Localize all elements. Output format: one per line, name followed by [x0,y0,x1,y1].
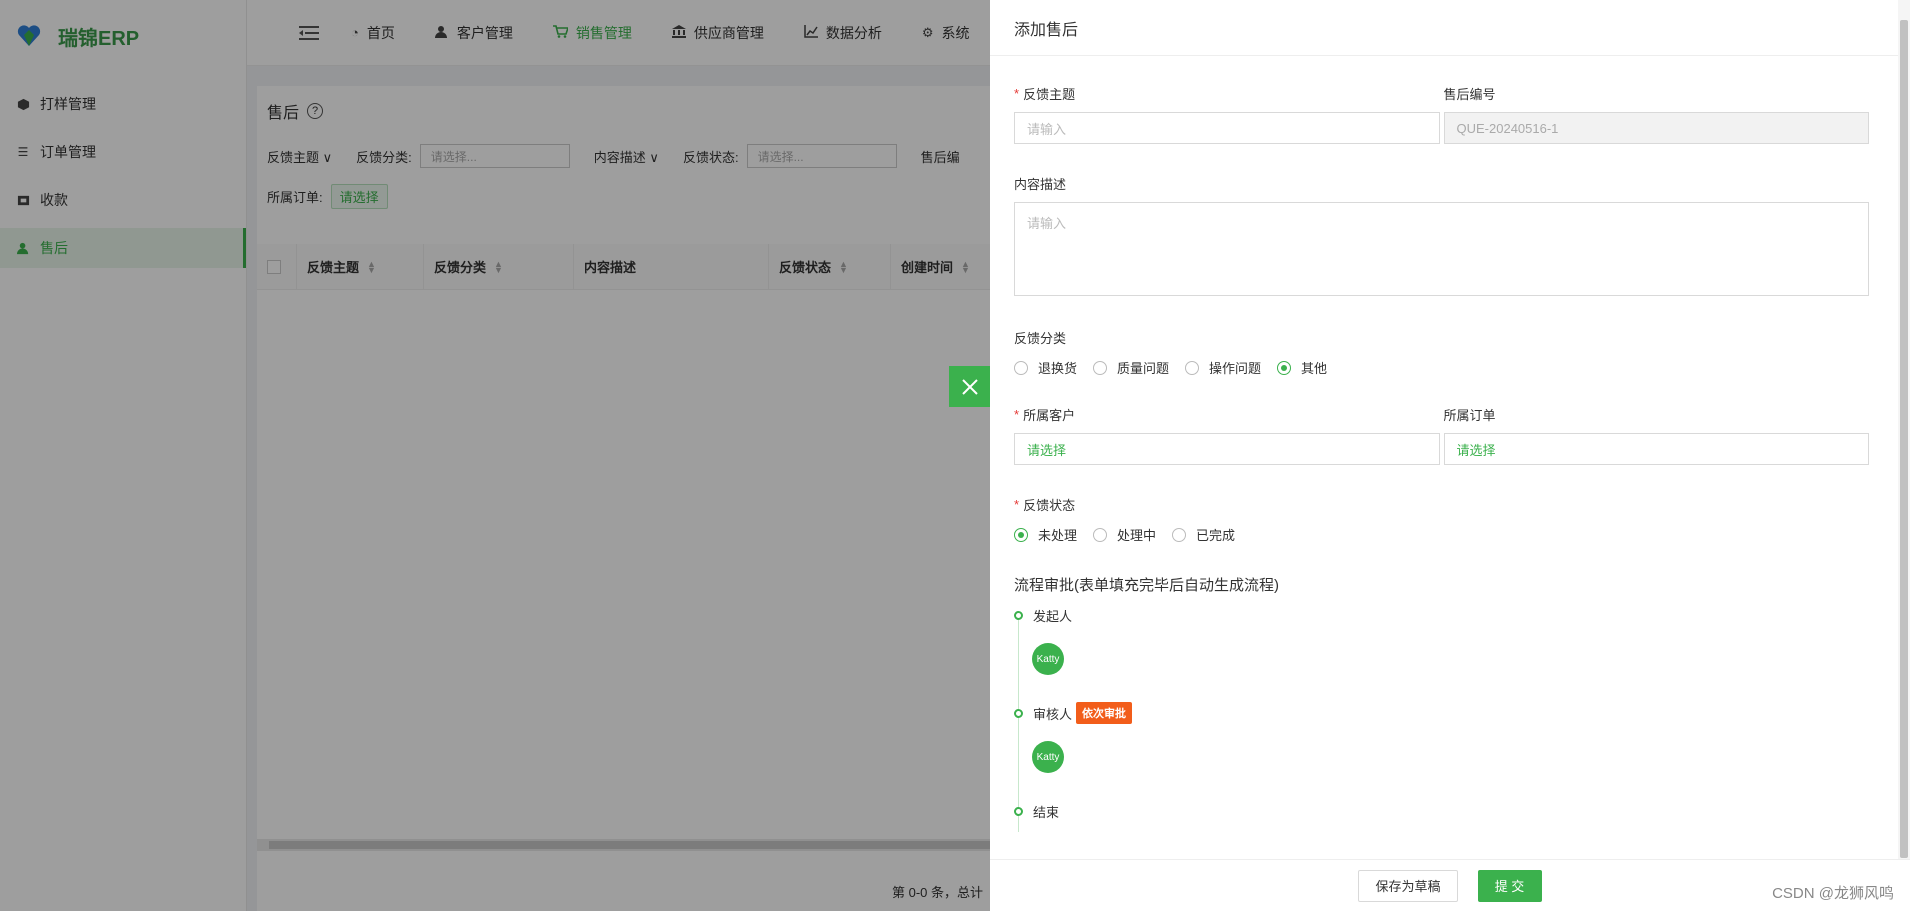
form-row-customer: * 所属客户 请选择 所属订单 请选择 [1014,405,1869,465]
add-aftersales-drawer: 添加售后 * 反馈主题 请输入 售后编号 QUE-20240516-1 内容描述 … [990,0,1910,911]
scrollbar-thumb[interactable] [1900,20,1908,858]
approval-flow: 流程审批(表单填充完毕后自动生成流程) 发起人 Katty 审核人 依次审批 K… [1014,574,1869,832]
watermark: CSDN @龙狮风鸣 [1772,885,1894,902]
field-description: 内容描述 请输入 [1014,174,1869,296]
customer-select[interactable]: 请选择 [1014,433,1440,465]
radio-quality[interactable]: 质量问题 [1093,358,1169,377]
field-label: 反馈分类 [1014,330,1067,346]
radio-unprocessed[interactable]: 未处理 [1014,525,1077,544]
drawer-title: 添加售后 [990,0,1910,56]
required-mark: * [1014,85,1020,101]
drawer-close-button[interactable] [949,366,990,407]
flow-timeline: 发起人 Katty 审核人 依次审批 Katty 结束 [1014,607,1869,832]
status-radio-group: 未处理 处理中 已完成 [1014,525,1869,544]
radio-label: 退换货 [1038,361,1078,376]
radio-dot [1093,527,1108,542]
field-subject: * 反馈主题 请输入 [1014,84,1440,144]
field-customer: * 所属客户 请选择 [1014,405,1440,465]
form-row-subject: * 反馈主题 请输入 售后编号 QUE-20240516-1 [1014,84,1869,144]
field-label: 内容描述 [1014,176,1067,192]
flow-title: 流程审批(表单填充完毕后自动生成流程) [1014,577,1279,594]
radio-label: 已完成 [1196,528,1236,543]
radio-other[interactable]: 其他 [1277,358,1327,377]
radio-dot [1014,360,1028,375]
description-textarea[interactable]: 请输入 [1014,202,1869,296]
radio-label: 其他 [1301,361,1328,376]
required-mark: * [1014,496,1020,512]
field-label: 所属订单 [1443,407,1496,423]
timeline-line [1018,617,1019,832]
field-label-text: 反馈状态 [1023,497,1076,513]
drawer-form: * 反馈主题 请输入 售后编号 QUE-20240516-1 内容描述 请输入 反… [1014,56,1869,859]
field-status: * 反馈状态 未处理 处理中 已完成 [1014,495,1869,544]
save-draft-button[interactable]: 保存为草稿 [1358,869,1458,902]
radio-dot [1172,527,1187,542]
radio-return[interactable]: 退换货 [1014,358,1077,377]
required-mark: * [1014,406,1020,422]
field-label: * 反馈主题 [1014,84,1440,102]
field-label: * 反馈状态 [1014,495,1869,513]
avatar[interactable]: Katty [1032,643,1064,675]
flow-node-initiator: 发起人 [1014,607,1869,624]
radio-dot [1277,360,1292,375]
field-number: 售后编号 QUE-20240516-1 [1443,84,1869,144]
radio-dot [1093,360,1108,375]
drawer-scrollbar[interactable] [1898,0,1910,859]
radio-label: 未处理 [1038,528,1078,543]
aftersales-number-input: QUE-20240516-1 [1443,112,1869,144]
order-select[interactable]: 请选择 [1443,433,1869,465]
flow-node-label: 结束 [1033,804,1060,820]
field-label: 售后编号 [1443,86,1496,102]
sequential-approval-badge: 依次审批 [1076,702,1133,724]
subject-input[interactable]: 请输入 [1014,112,1440,144]
close-icon [961,378,978,395]
avatar[interactable]: Katty [1032,741,1064,773]
timeline-dot [1014,806,1023,816]
timeline-dot [1014,610,1023,620]
flow-avatar-row: Katty [1014,741,1869,773]
radio-dot [1185,360,1200,375]
flow-node-end: 结束 [1014,803,1869,820]
field-category: 反馈分类 退换货 质量问题 操作问题 其他 [1014,328,1869,377]
flow-node-label: 发起人 [1033,608,1073,624]
radio-label: 操作问题 [1209,361,1262,376]
radio-completed[interactable]: 已完成 [1172,525,1235,544]
radio-label: 处理中 [1117,528,1157,543]
radio-dot [1014,527,1028,542]
flow-node-reviewer: 审核人 依次审批 [1014,702,1869,724]
submit-button[interactable]: 提 交 [1477,869,1542,902]
radio-processing[interactable]: 处理中 [1093,525,1156,544]
category-radio-group: 退换货 质量问题 操作问题 其他 [1014,358,1869,377]
radio-operation[interactable]: 操作问题 [1185,358,1261,377]
flow-avatar-row: Katty [1014,643,1869,675]
flow-node-label: 审核人 [1033,706,1073,722]
field-label-text: 反馈主题 [1023,86,1076,102]
radio-label: 质量问题 [1117,361,1170,376]
timeline-dot [1014,708,1023,718]
field-label: * 所属客户 [1014,405,1440,423]
field-label-text: 所属客户 [1023,407,1076,423]
field-order: 所属订单 请选择 [1443,405,1869,465]
